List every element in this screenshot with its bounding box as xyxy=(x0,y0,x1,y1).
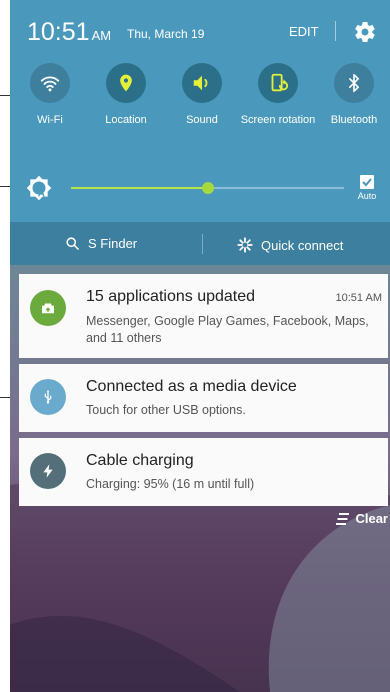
bluetooth-icon xyxy=(349,73,359,93)
clear-label: Clear xyxy=(355,511,388,526)
notification-icon xyxy=(30,453,66,489)
auto-label: Auto xyxy=(357,191,377,201)
auto-brightness-checkbox[interactable]: Auto xyxy=(353,175,381,201)
quick-connect-label: Quick connect xyxy=(261,237,344,253)
screen-rotation-icon xyxy=(271,73,289,92)
checkbox-box[interactable] xyxy=(360,175,374,189)
charging-bolt-icon xyxy=(43,464,53,478)
usb-icon xyxy=(44,390,52,404)
check-icon xyxy=(362,178,372,187)
clear-all-icon xyxy=(336,512,350,525)
clock-time: 10:51 xyxy=(27,18,90,46)
s-finder-button[interactable]: S Finder xyxy=(65,236,137,251)
notification-body: Charging: 95% (16 m until full) xyxy=(86,477,255,491)
toggle-bluetooth[interactable]: Bluetooth xyxy=(316,63,390,127)
clear-button[interactable]: Clear xyxy=(335,511,388,526)
brightness-slider[interactable] xyxy=(71,182,344,194)
s-finder-label: S Finder xyxy=(88,236,138,251)
divider xyxy=(202,234,203,254)
toggle-screen-rotation[interactable]: Screen rotation xyxy=(240,63,316,127)
edit-button[interactable]: EDIT xyxy=(289,24,319,39)
divider xyxy=(335,21,336,41)
toggle-sound[interactable]: Sound xyxy=(164,63,240,127)
wifi-icon xyxy=(40,76,60,92)
notification-title: 15 applications updated xyxy=(86,288,256,305)
quick-connect-button[interactable]: Quick connect xyxy=(236,236,343,254)
search-icon xyxy=(66,237,79,250)
location-pin-icon xyxy=(120,74,132,92)
date: Thu, March 19 xyxy=(127,27,205,41)
toggle-label: Location xyxy=(105,114,147,126)
notification-title: Cable charging xyxy=(86,452,194,469)
notification-time: 10:51 AM xyxy=(335,292,382,304)
rotation-toggle-circle[interactable] xyxy=(258,63,298,103)
toggle-wifi[interactable]: Wi-Fi xyxy=(12,63,88,127)
clock-ampm: AM xyxy=(91,28,112,43)
brightness-slider-thumb[interactable] xyxy=(201,182,214,194)
sound-toggle-circle[interactable] xyxy=(182,63,222,103)
toggle-label: Wi-Fi xyxy=(37,114,63,126)
notification-icon xyxy=(30,290,66,326)
notification-cable-charging[interactable]: Cable charging Charging: 95% (16 m until… xyxy=(19,438,388,506)
toggle-label: Screen rotation xyxy=(240,114,316,126)
notification-icon xyxy=(30,379,66,415)
toggle-label: Bluetooth xyxy=(330,114,378,126)
notification-usb-media[interactable]: Connected as a media device Touch for ot… xyxy=(19,364,388,432)
clock: 10:51 AM xyxy=(27,18,111,47)
location-toggle-circle[interactable] xyxy=(106,63,146,103)
app-update-icon xyxy=(42,303,54,314)
wifi-toggle-circle[interactable] xyxy=(30,63,70,103)
bluetooth-toggle-circle[interactable] xyxy=(334,63,374,103)
brightness-slider-fill xyxy=(71,187,208,189)
notification-title: Connected as a media device xyxy=(86,378,297,395)
toggle-location[interactable]: Location xyxy=(88,63,164,127)
notification-body: Touch for other USB options. xyxy=(86,403,246,417)
svg-text:A: A xyxy=(38,189,45,200)
notification-apps-updated[interactable]: 15 applications updated 10:51 AM Messeng… xyxy=(19,274,388,358)
notification-body: Messenger, Google Play Games, Facebook, … xyxy=(86,314,369,345)
quick-connect-icon xyxy=(237,237,253,253)
toggle-label: Sound xyxy=(186,114,218,126)
speaker-icon xyxy=(193,75,208,91)
settings-gear-icon[interactable] xyxy=(353,20,377,44)
brightness-icon: A xyxy=(26,175,52,201)
notification-panel: 10:51 AM Thu, March 19 EDIT Wi-Fi Locatio… xyxy=(10,0,390,692)
